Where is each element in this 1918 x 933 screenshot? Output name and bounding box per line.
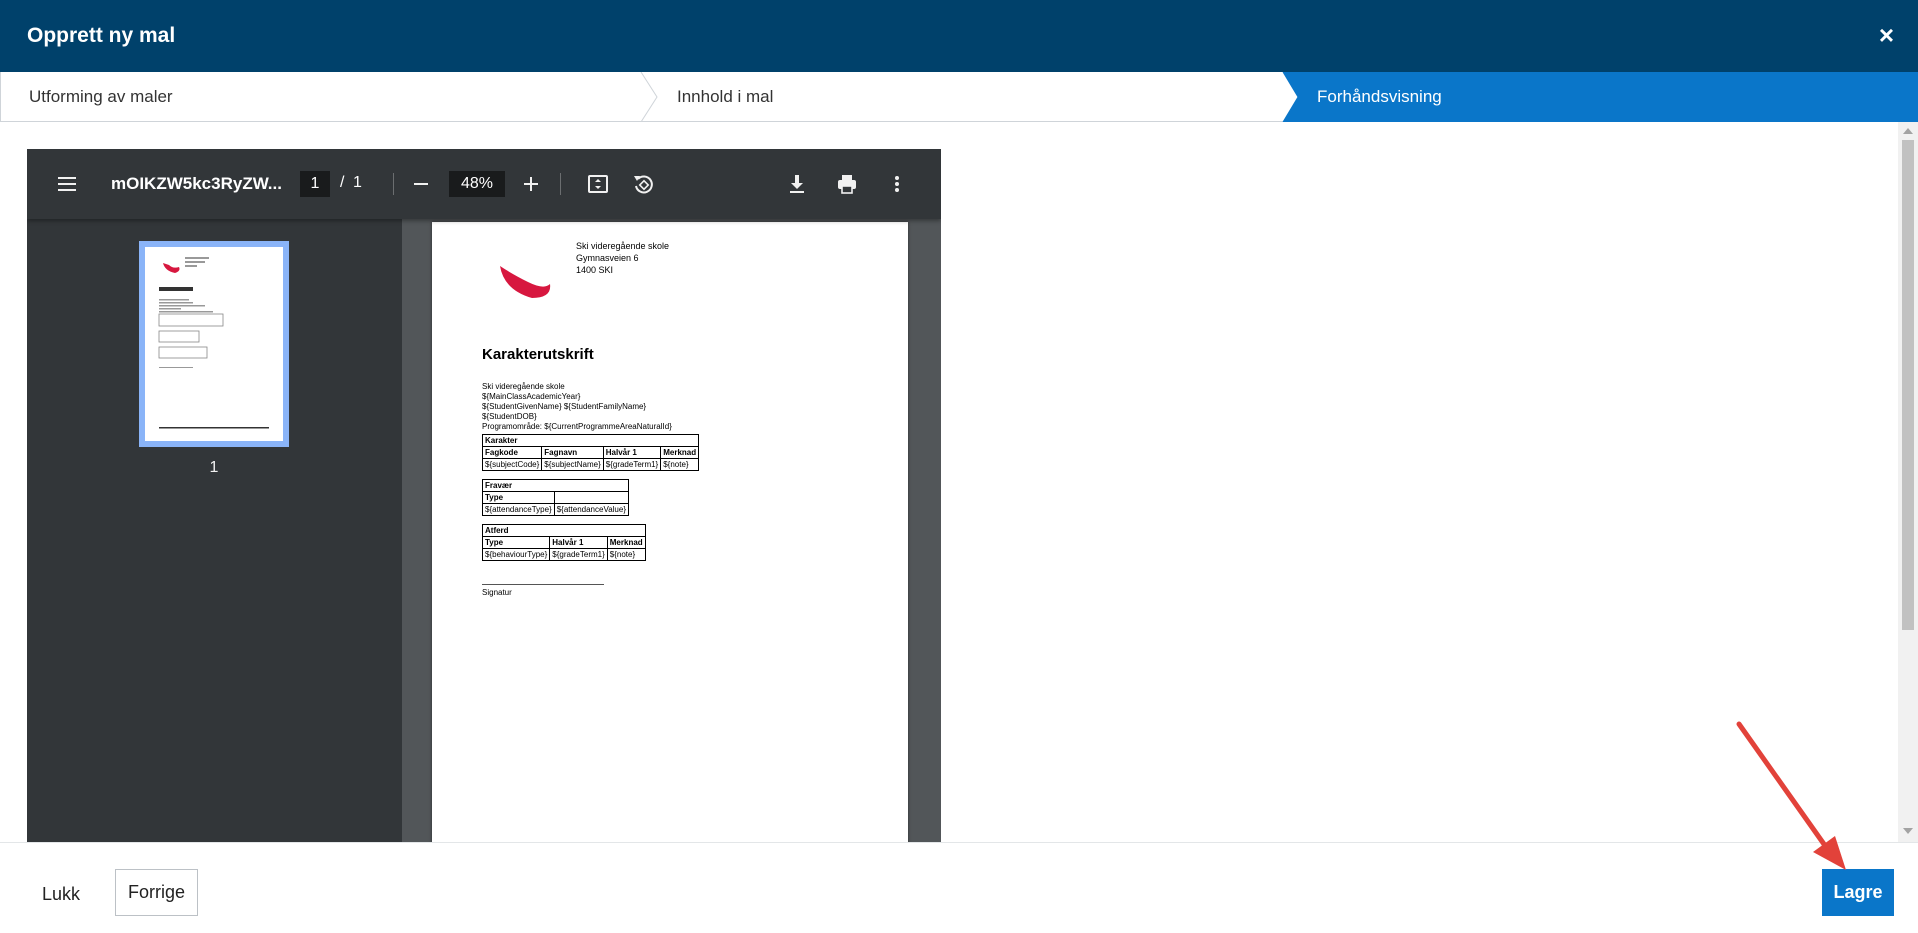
close-button[interactable]: Lukk [28,871,94,917]
address-school-name: Ski videregående skole [576,241,670,251]
signature-label: Signatur [482,588,512,597]
address-street: Gymnasveien 6 [576,253,639,263]
info-line: Ski videregående skole [482,382,565,391]
grades-header: Halvår 1 [602,446,662,459]
step-innhold[interactable]: Innhold i mal [677,87,773,107]
save-button[interactable]: Lagre [1822,869,1894,916]
student-info: Ski videregående skole ${MainClassAcadem… [482,382,672,432]
pdf-page: Ski videregående skole Gymnasveien 6 140… [432,222,908,842]
download-icon[interactable] [785,172,809,196]
toolbar-divider [393,173,394,195]
page-separator: / [340,174,345,191]
thumbnail-page-number: 1 [209,459,219,476]
zoom-level-input[interactable]: 48% [449,171,505,197]
behaviour-cell: ${note} [606,548,646,561]
pdf-page-area: Ski videregående skole Gymnasveien 6 140… [402,219,941,842]
scrollbar-thumb[interactable] [1902,140,1914,630]
pdf-toolbar: mOIKZW5kc3RyZW... 1 / 1 48% [27,149,941,219]
info-line: ${StudentGivenName} ${StudentFamilyName} [482,402,647,411]
absence-cell: ${attendanceType} [482,503,555,516]
dialog-title: Opprett ny mal [27,24,176,47]
table-row: ${behaviourType} ${gradeTerm1} ${note} [481,548,646,561]
pdf-viewer: mOIKZW5kc3RyZW... 1 / 1 48% 1 Ski videre… [27,149,941,842]
step-divider [640,72,658,122]
rotate-icon[interactable] [631,172,655,196]
signature-line [482,584,604,585]
wizard-steps: Utforming av maler Innhold i mal Forhånd… [0,72,1918,122]
close-icon[interactable]: × [1879,20,1894,50]
absence-table-caption: Fravær [482,479,629,492]
grades-cell: ${subjectName} [541,458,604,471]
page-thumbnail[interactable] [139,241,289,447]
behaviour-header: Merknad [606,536,646,549]
info-line: ${StudentDOB} [482,412,537,421]
scroll-down-arrow-icon[interactable] [1903,828,1913,834]
more-vert-icon[interactable] [885,172,909,196]
page-number-input[interactable]: 1 [300,171,330,197]
thumbnail-page [145,247,283,441]
absence-header [553,491,629,504]
dialog-footer: Lukk Forrige Lagre [0,842,1918,933]
document-title: Karakterutskrift [482,346,594,363]
behaviour-table-caption: Atferd [482,524,646,537]
school-logo [500,266,551,298]
behaviour-table: Atferd Type Halvår 1 Merknad ${behaviour… [481,524,646,561]
grades-cell: ${note} [660,458,700,471]
behaviour-cell: ${behaviourType} [481,548,551,561]
thumbnail-sidebar: 1 [27,219,402,842]
grades-table: Karakter Fagkode Fagnavn Halvår 1 Merkna… [481,434,700,471]
pdf-filename: mOIKZW5kc3RyZW... [111,174,282,193]
table-row: ${subjectCode} ${subjectName} ${gradeTer… [481,458,700,471]
info-line: Programområde: ${CurrentProgrammeAreaNat… [482,422,672,431]
menu-icon[interactable] [55,172,79,196]
print-icon[interactable] [835,172,859,196]
thumbnail-preview-graphic [158,257,269,429]
preview-content: mOIKZW5kc3RyZW... 1 / 1 48% 1 Ski videre… [0,122,1918,842]
scroll-up-arrow-icon[interactable] [1903,128,1913,134]
zoom-in-icon[interactable] [519,172,543,196]
step-forhandsvisning[interactable]: Forhåndsvisning [1317,87,1442,107]
grades-header: Fagnavn [541,446,604,459]
grades-table-caption: Karakter [481,434,700,447]
grades-header: Merknad [660,446,700,459]
fit-page-icon[interactable] [586,172,610,196]
behaviour-header: Halvår 1 [549,536,608,549]
step-utforming[interactable]: Utforming av maler [29,87,173,107]
info-line: ${MainClassAcademicYear} [482,392,581,401]
grades-cell: ${gradeTerm1} [602,458,662,471]
absence-cell: ${attendanceValue} [553,503,629,516]
toolbar-divider [560,173,561,195]
content-scrollbar[interactable] [1898,122,1918,842]
wizard-steps-chevrons [640,72,1918,122]
behaviour-cell: ${gradeTerm1} [549,548,608,561]
absence-header: Type [482,491,555,504]
grades-cell: ${subjectCode} [481,458,543,471]
address-postal: 1400 SKI [576,265,614,275]
zoom-out-icon[interactable] [409,172,433,196]
absence-table: Fravær Type ${attendanceType} ${attendan… [482,479,629,516]
grades-header: Fagkode [481,446,543,459]
school-address: Ski videregående skole Gymnasveien 6 140… [576,240,669,276]
dialog-header: Opprett ny mal × [0,0,1918,72]
page-total: 1 [353,174,362,191]
previous-button[interactable]: Forrige [115,869,198,916]
behaviour-header: Type [481,536,551,549]
table-row: ${attendanceType} ${attendanceValue} [482,503,629,516]
